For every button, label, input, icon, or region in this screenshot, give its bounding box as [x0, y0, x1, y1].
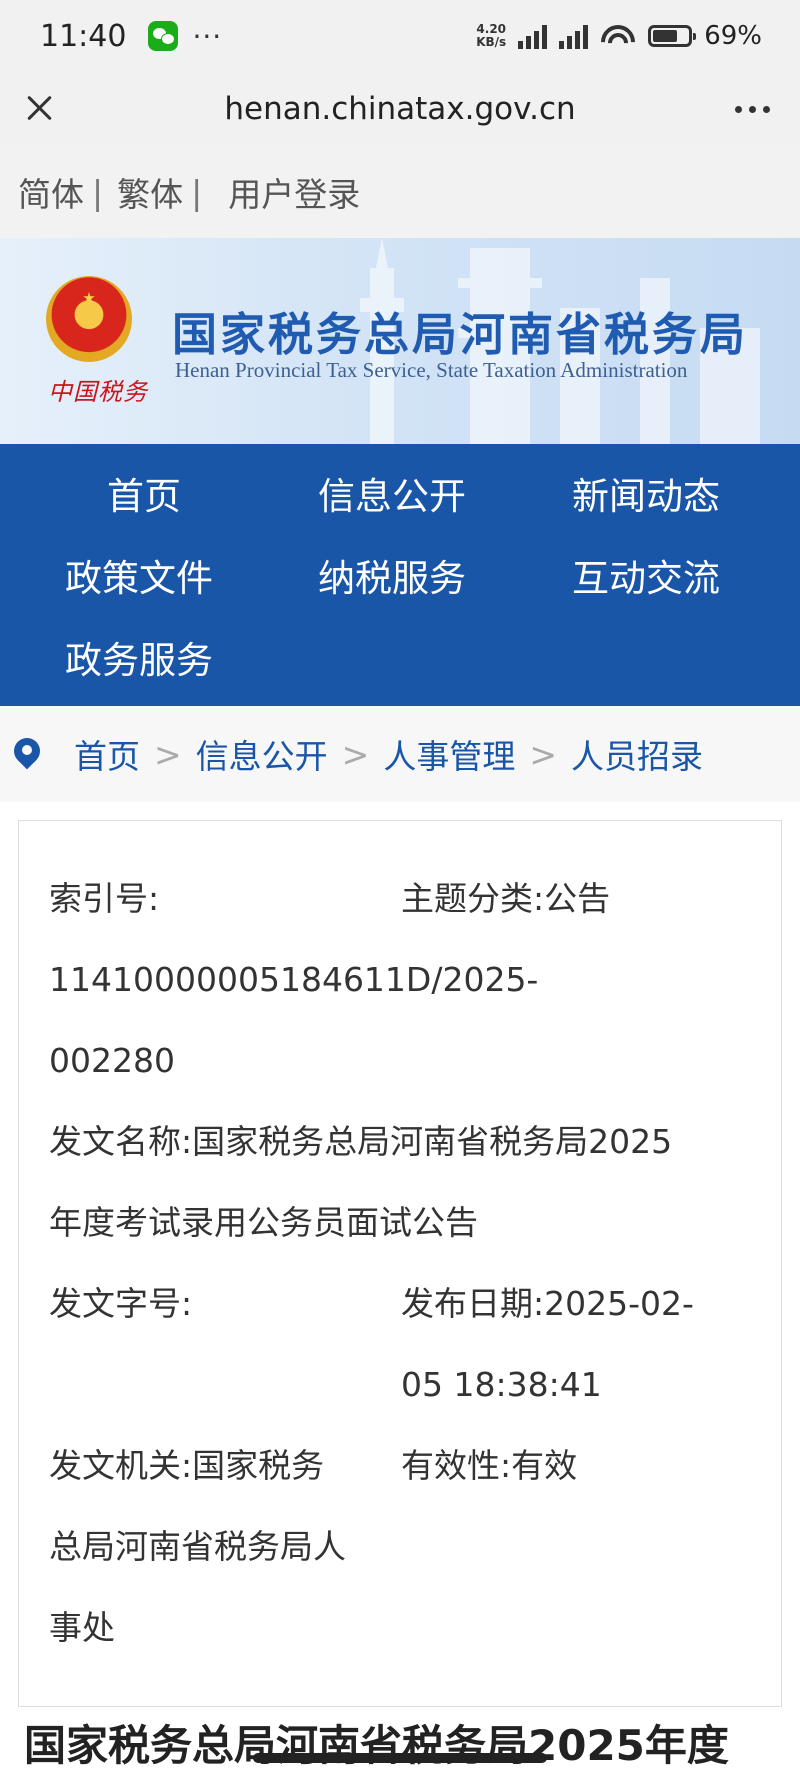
- china-tax-logo-text: 中国税务: [48, 378, 148, 406]
- signal-1-icon: [518, 23, 548, 49]
- issuer-label: 发文机关:: [49, 1446, 193, 1485]
- issuer-value: 国家税务: [192, 1446, 325, 1485]
- national-emblem-icon: [46, 276, 132, 362]
- user-login-link[interactable]: 用户登录: [228, 168, 360, 216]
- nav-policy-documents[interactable]: 政策文件: [65, 548, 213, 602]
- nav-government-services[interactable]: 政务服务: [65, 630, 213, 684]
- doc-name-field: 发文名称:国家税务总局河南省税务局2025: [49, 1101, 672, 1182]
- url-display[interactable]: henan.chinatax.gov.cn: [224, 91, 575, 127]
- traditional-chinese-link[interactable]: 繁体: [117, 168, 183, 216]
- validity-label: 有效性:: [401, 1446, 512, 1485]
- close-icon[interactable]: [24, 92, 56, 124]
- nav-news[interactable]: 新闻动态: [572, 466, 720, 520]
- article-title: 国家税务总局河南省税务局2025年度: [24, 1721, 729, 1770]
- simplified-chinese-link[interactable]: 简体: [18, 168, 84, 216]
- issuer-field: 发文机关:国家税务: [49, 1425, 324, 1506]
- doc-number-label: 发文字号:: [49, 1284, 193, 1323]
- doc-name-value: 国家税务总局河南省税务局2025: [192, 1122, 673, 1161]
- breadcrumb-personnel[interactable]: 人事管理: [383, 730, 515, 778]
- topic-field: 主题分类:公告: [401, 858, 610, 939]
- status-time: 11:40: [40, 18, 127, 54]
- site-title: 国家税务总局河南省税务局: [172, 308, 749, 361]
- home-indicator[interactable]: [253, 1753, 547, 1763]
- breadcrumb: 首页 > 信息公开 > 人事管理 > 人员招录: [0, 706, 800, 802]
- status-bar: 11:40 ··· 4.20 KB/s 69%: [0, 0, 800, 72]
- status-indicators: 4.20 KB/s 69%: [476, 0, 762, 72]
- index-value-cont: 002280: [49, 1041, 175, 1080]
- issuer-value-cont: 总局河南省税务局人: [49, 1527, 346, 1566]
- separator: |: [92, 172, 104, 212]
- main-navigation: 首页 信息公开 新闻动态 政策文件 纳税服务 互动交流 政务服务: [0, 444, 800, 706]
- site-banner: 中国税务 国家税务总局河南省税务局 Henan Provincial Tax S…: [0, 238, 800, 444]
- battery-percent: 69%: [704, 21, 762, 51]
- language-bar: 简体 | 繁体 | 用户登录: [0, 146, 800, 238]
- browser-toolbar: henan.chinatax.gov.cn: [0, 72, 800, 146]
- publish-date-value: 2025-02-: [544, 1284, 694, 1323]
- network-speed-unit: KB/s: [476, 35, 507, 49]
- separator: |: [191, 172, 203, 212]
- publish-date-field: 发布日期:2025-02-: [401, 1263, 694, 1344]
- nav-info-disclosure[interactable]: 信息公开: [318, 466, 466, 520]
- doc-name-value-cont: 年度考试录用公务员面试公告: [49, 1203, 478, 1242]
- index-label: 索引号:: [49, 879, 160, 918]
- wifi-icon: [600, 23, 637, 49]
- issuer-value-cont2: 事处: [49, 1608, 115, 1647]
- publish-date-label: 发布日期:: [401, 1284, 545, 1323]
- breadcrumb-home[interactable]: 首页: [74, 730, 140, 778]
- topic-value: 公告: [544, 879, 611, 918]
- nav-interaction[interactable]: 互动交流: [572, 548, 720, 602]
- nav-tax-services[interactable]: 纳税服务: [318, 548, 466, 602]
- more-options-icon[interactable]: [735, 106, 770, 113]
- breadcrumb-recruitment[interactable]: 人员招录: [571, 730, 703, 778]
- battery-fill: [653, 30, 677, 42]
- publish-date-value-cont: 05 18:38:41: [401, 1365, 602, 1404]
- breadcrumb-separator: >: [529, 734, 557, 774]
- site-subtitle: Henan Provincial Tax Service, State Taxa…: [175, 358, 688, 382]
- location-pin-icon: [14, 738, 40, 770]
- breadcrumb-info-disclosure[interactable]: 信息公开: [196, 730, 328, 778]
- breadcrumb-separator: >: [341, 734, 370, 774]
- signal-2-icon: [559, 23, 589, 49]
- doc-name-label: 发文名称:: [49, 1122, 193, 1161]
- more-notifications-icon: ···: [192, 19, 223, 53]
- battery-icon: [648, 25, 697, 47]
- index-value: 11410000005184611D/2025-: [49, 960, 539, 999]
- validity-field: 有效性:有效: [401, 1425, 577, 1506]
- network-speed: 4.20 KB/s: [476, 23, 506, 49]
- wechat-icon: [148, 21, 179, 51]
- document-metadata: 索引号: 主题分类:公告 11410000005184611D/2025- 00…: [18, 820, 782, 1707]
- nav-home[interactable]: 首页: [107, 466, 181, 520]
- topic-label: 主题分类:: [401, 879, 545, 918]
- breadcrumb-separator: >: [154, 734, 182, 774]
- validity-value: 有效: [511, 1446, 578, 1485]
